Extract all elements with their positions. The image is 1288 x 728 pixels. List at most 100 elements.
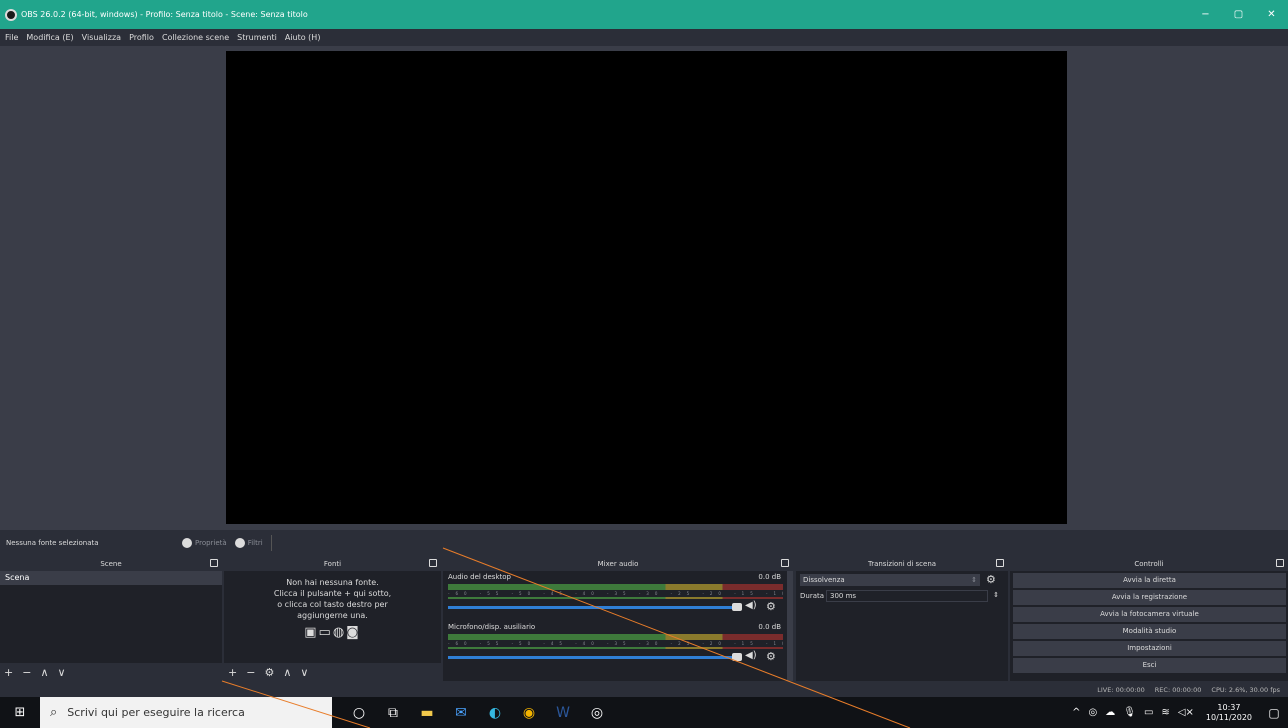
battery-icon[interactable]: ▭ bbox=[1144, 707, 1153, 718]
undock-icon[interactable] bbox=[210, 559, 218, 567]
menu-help[interactable]: Aiuto (H) bbox=[285, 33, 321, 42]
scene-item[interactable]: Scena bbox=[0, 571, 222, 585]
scenes-footer: + − ∧ ∨ bbox=[0, 663, 222, 681]
start-virtual-camera-button[interactable]: Avvia la fotocamera virtuale bbox=[1013, 607, 1286, 622]
duration-input[interactable]: 300 ms ⇕ bbox=[826, 590, 999, 602]
volume-muted-icon[interactable]: ◁× bbox=[1178, 707, 1194, 718]
transitions-title: Transizioni di scena bbox=[867, 559, 937, 568]
obs-tray-icon[interactable]: ◎ bbox=[1089, 707, 1098, 718]
undock-icon[interactable] bbox=[429, 559, 437, 567]
mixer-title: Mixer audio bbox=[597, 559, 639, 568]
add-source-button[interactable]: + bbox=[228, 666, 237, 679]
empty-line: o clicca col tasto destro per bbox=[277, 600, 388, 609]
menu-profile[interactable]: Profilo bbox=[129, 33, 154, 42]
empty-line: Non hai nessuna fonte. bbox=[286, 578, 379, 587]
word-icon[interactable]: W bbox=[546, 697, 580, 728]
filter-icon bbox=[234, 538, 245, 548]
scenes-header: Scene bbox=[0, 556, 222, 571]
studio-mode-button[interactable]: Modalità studio bbox=[1013, 624, 1286, 639]
menu-edit[interactable]: Modifica (E) bbox=[26, 33, 73, 42]
filters-button[interactable]: Filtri bbox=[234, 538, 263, 548]
fader-handle[interactable] bbox=[732, 653, 742, 661]
properties-label: Proprietà bbox=[195, 539, 227, 547]
menu-file[interactable]: File bbox=[5, 33, 18, 42]
move-scene-down-button[interactable]: ∨ bbox=[58, 666, 66, 679]
exit-button[interactable]: Esci bbox=[1013, 658, 1286, 673]
remove-scene-button[interactable]: − bbox=[22, 666, 31, 679]
maximize-button[interactable]: ▢ bbox=[1222, 5, 1255, 25]
meter-ticks: -60 -55 -50 -45 -40 -35 -30 -25 -20 -15 … bbox=[448, 591, 783, 596]
settings-button[interactable]: Impostazioni bbox=[1013, 641, 1286, 656]
cortana-icon[interactable]: ○ bbox=[342, 697, 376, 728]
edge-icon[interactable]: ◐ bbox=[478, 697, 512, 728]
notification-icon[interactable]: ▢ bbox=[1260, 697, 1288, 728]
channel-db: 0.0 dB bbox=[758, 573, 781, 581]
cloud-icon[interactable]: ☁ bbox=[1105, 707, 1115, 718]
meter-ticks: -60 -55 -50 -45 -40 -35 -30 -25 -20 -15 … bbox=[448, 641, 783, 646]
cpu-status: CPU: 2.6%, 30.00 fps bbox=[1211, 686, 1280, 694]
search-placeholder: Scrivi qui per eseguire la ricerca bbox=[67, 706, 245, 719]
speaker-icon[interactable]: ◀) bbox=[745, 600, 757, 611]
taskbar-search[interactable]: ⌕ Scrivi qui per eseguire la ricerca bbox=[40, 697, 332, 728]
undock-icon[interactable] bbox=[996, 559, 1004, 567]
mail-icon[interactable]: ✉ bbox=[444, 697, 478, 728]
duration-value: 300 ms bbox=[830, 592, 857, 600]
fader-handle[interactable] bbox=[732, 603, 742, 611]
scenes-dock: Scene Scena + − ∧ ∨ bbox=[0, 556, 222, 681]
sources-footer: + − ⚙ ∧ ∨ bbox=[224, 663, 441, 681]
volume-fader[interactable]: ◀) ⚙ bbox=[448, 650, 788, 663]
gear-icon[interactable]: ⚙ bbox=[766, 650, 776, 663]
mixer-channel: Audio del desktop 0.0 dB -60 -55 -50 -45… bbox=[443, 571, 793, 621]
add-scene-button[interactable]: + bbox=[4, 666, 13, 679]
speaker-icon[interactable]: ◀) bbox=[745, 650, 757, 661]
move-scene-up-button[interactable]: ∧ bbox=[40, 666, 48, 679]
gear-icon bbox=[182, 538, 192, 548]
undock-icon[interactable] bbox=[781, 559, 789, 567]
minimize-button[interactable]: − bbox=[1189, 5, 1222, 25]
microphone-icon[interactable]: 🎙 bbox=[1123, 707, 1136, 718]
source-settings-button[interactable]: ⚙ bbox=[264, 666, 274, 679]
task-view-icon[interactable]: ⧉ bbox=[376, 697, 410, 728]
file-explorer-icon[interactable]: ▬ bbox=[410, 697, 444, 728]
transition-select-row: Dissolvenza ⇕ ⚙ bbox=[796, 571, 1008, 588]
chrome-icon[interactable]: ◉ bbox=[512, 697, 546, 728]
preview-canvas[interactable] bbox=[226, 51, 1067, 524]
spinner-icon[interactable]: ⇕ bbox=[993, 590, 999, 600]
clock-date: 10/11/2020 bbox=[1205, 712, 1252, 722]
windows-start-icon[interactable]: ⊞ bbox=[0, 697, 40, 728]
status-bar: LIVE: 00:00:00 REC: 00:00:00 CPU: 2.6%, … bbox=[0, 683, 1288, 697]
clock[interactable]: 10:37 10/11/2020 bbox=[1206, 703, 1252, 723]
fader-track[interactable] bbox=[448, 656, 738, 659]
menu-tools[interactable]: Strumenti bbox=[237, 33, 277, 42]
properties-button[interactable]: Proprietà bbox=[182, 538, 227, 548]
move-source-up-button[interactable]: ∧ bbox=[283, 666, 291, 679]
mixer-scrollbar[interactable] bbox=[787, 571, 793, 681]
controls-dock: Controlli Avvia la diretta Avvia la regi… bbox=[1010, 556, 1288, 681]
obs-logo-icon bbox=[5, 8, 17, 21]
start-streaming-button[interactable]: Avvia la diretta bbox=[1013, 573, 1286, 588]
start-recording-button[interactable]: Avvia la registrazione bbox=[1013, 590, 1286, 605]
spinner-icon: ⇕ bbox=[971, 575, 977, 584]
clock-time: 10:37 bbox=[1217, 702, 1241, 712]
undock-icon[interactable] bbox=[1276, 559, 1284, 567]
controls-title: Controlli bbox=[1134, 559, 1164, 568]
menu-view[interactable]: Visualizza bbox=[82, 33, 121, 42]
chevron-up-icon[interactable]: ^ bbox=[1072, 707, 1080, 718]
duration-row: Durata 300 ms ⇕ bbox=[796, 588, 1008, 604]
obs-taskbar-icon[interactable]: ◎ bbox=[580, 697, 614, 728]
fader-track[interactable] bbox=[448, 606, 738, 609]
controls-header: Controlli bbox=[1010, 556, 1288, 571]
rec-status: REC: 00:00:00 bbox=[1154, 686, 1202, 694]
volume-fader[interactable]: ◀) ⚙ bbox=[448, 600, 788, 613]
move-source-down-button[interactable]: ∨ bbox=[300, 666, 308, 679]
gear-icon[interactable]: ⚙ bbox=[986, 573, 996, 586]
transition-select[interactable]: Dissolvenza ⇕ bbox=[800, 573, 980, 586]
menu-scene-collection[interactable]: Collezione scene bbox=[162, 33, 229, 42]
mixer-header: Mixer audio bbox=[443, 556, 793, 571]
close-button[interactable]: ✕ bbox=[1255, 5, 1288, 25]
gear-icon[interactable]: ⚙ bbox=[766, 600, 776, 613]
remove-source-button[interactable]: − bbox=[246, 666, 255, 679]
windows-taskbar: ⊞ ⌕ Scrivi qui per eseguire la ricerca ○… bbox=[0, 697, 1288, 728]
wifi-icon[interactable]: ≋ bbox=[1161, 707, 1169, 718]
system-tray: ^ ◎ ☁ 🎙 ▭ ≋ ◁× 10:37 10/11/2020 ▢ bbox=[1068, 697, 1288, 728]
